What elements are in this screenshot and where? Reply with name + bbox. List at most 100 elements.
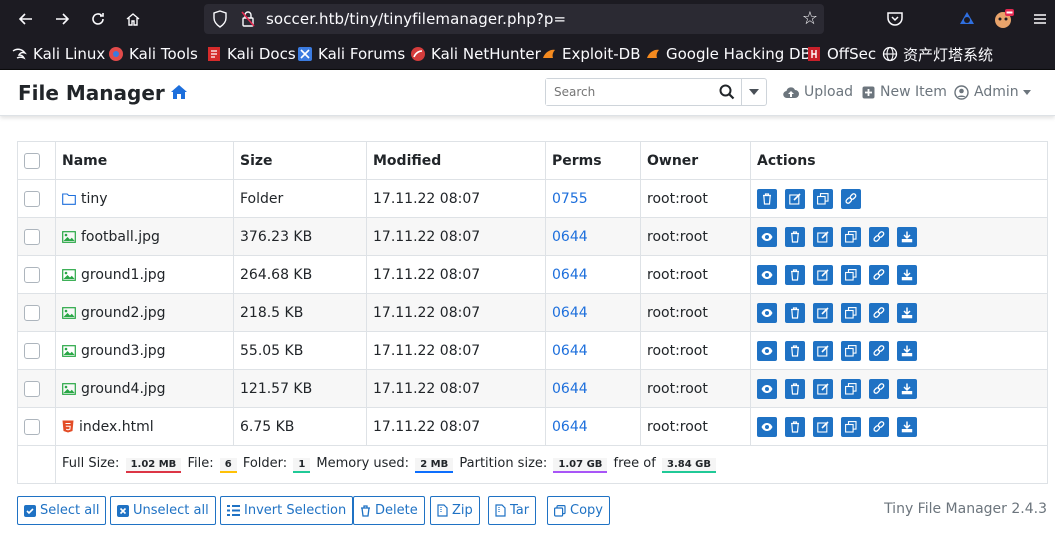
copy-action-button[interactable] <box>813 188 833 209</box>
header-owner[interactable]: Owner <box>640 141 751 180</box>
eye-action-button[interactable] <box>757 302 777 323</box>
copy-action-button[interactable] <box>841 340 861 361</box>
file-perms-link[interactable]: 0644 <box>545 331 641 370</box>
foxyproxy-icon[interactable] <box>992 7 1016 31</box>
pocket-icon[interactable] <box>883 7 907 31</box>
row-checkbox[interactable] <box>24 380 40 397</box>
link-action-button[interactable] <box>869 264 889 285</box>
trash-action-button[interactable] <box>785 264 805 285</box>
file-perms-link[interactable]: 0644 <box>545 217 641 256</box>
file-name-link[interactable]: index.html <box>79 419 154 435</box>
copy-action-button[interactable] <box>841 264 861 285</box>
link-action-button[interactable] <box>869 226 889 247</box>
row-checkbox[interactable] <box>24 266 40 283</box>
trash-action-button[interactable] <box>785 378 805 399</box>
upload-link[interactable]: Upload <box>783 84 853 100</box>
admin-menu[interactable]: Admin <box>954 84 1036 100</box>
select-all-button[interactable]: Select all <box>17 496 107 525</box>
bookmark-kali-docs[interactable]: Kali Docs <box>206 44 296 64</box>
tar-button[interactable]: Tar <box>488 496 537 525</box>
link-action-button[interactable] <box>869 378 889 399</box>
trash-action-button[interactable] <box>757 188 777 209</box>
edit-action-button[interactable] <box>813 226 833 247</box>
bookmark-kali-tools[interactable]: Kali Tools <box>108 44 198 64</box>
bookmark-kali-forums[interactable]: Kali Forums <box>297 44 405 64</box>
link-action-button[interactable] <box>869 416 889 437</box>
file-name-link[interactable]: ground3.jpg <box>81 343 166 359</box>
invert-selection-button[interactable]: Invert Selection <box>220 496 354 525</box>
file-perms-link[interactable]: 0755 <box>545 179 641 218</box>
file-name-link[interactable]: ground4.jpg <box>81 381 166 397</box>
search-options-dropdown[interactable] <box>741 78 767 106</box>
edit-action-button[interactable] <box>785 188 805 209</box>
home-icon[interactable] <box>121 7 145 31</box>
edit-action-button[interactable] <box>813 264 833 285</box>
download-action-button[interactable] <box>897 264 917 285</box>
bookmark-kali-linux[interactable]: Kali Linux <box>12 44 105 64</box>
header-size[interactable]: Size <box>233 141 367 180</box>
eye-action-button[interactable] <box>757 226 777 247</box>
edit-action-button[interactable] <box>813 340 833 361</box>
extension-icon[interactable] <box>955 7 979 31</box>
search-input[interactable] <box>546 79 706 105</box>
file-perms-link[interactable]: 0644 <box>545 407 641 446</box>
row-checkbox[interactable] <box>24 304 40 321</box>
file-perms-link[interactable]: 0644 <box>545 369 641 408</box>
download-action-button[interactable] <box>897 226 917 247</box>
menu-icon[interactable] <box>1028 7 1052 31</box>
row-checkbox[interactable] <box>24 228 40 245</box>
select-all-checkbox[interactable] <box>24 152 40 169</box>
header-name[interactable]: Name <box>55 141 234 180</box>
delete-button[interactable]: Delete <box>353 496 425 525</box>
link-action-button[interactable] <box>869 340 889 361</box>
header-perms[interactable]: Perms <box>545 141 641 180</box>
copy-action-button[interactable] <box>841 378 861 399</box>
url-text[interactable]: soccer.htb/tiny/tinyfilemanager.php?p= <box>266 10 566 28</box>
header-modified[interactable]: Modified <box>366 141 546 180</box>
file-name-link[interactable]: tiny <box>81 191 108 207</box>
copy-button[interactable]: Copy <box>547 496 610 525</box>
download-action-button[interactable] <box>897 340 917 361</box>
trash-action-button[interactable] <box>785 416 805 437</box>
trash-action-button[interactable] <box>785 340 805 361</box>
copy-action-button[interactable] <box>841 416 861 437</box>
bookmark-star-icon[interactable]: ☆ <box>802 8 818 29</box>
back-arrow-icon[interactable] <box>14 7 38 31</box>
download-action-button[interactable] <box>897 302 917 323</box>
eye-action-button[interactable] <box>757 416 777 437</box>
edit-action-button[interactable] <box>813 302 833 323</box>
app-title[interactable]: File Manager <box>18 81 165 105</box>
link-action-button[interactable] <box>841 188 861 209</box>
bookmark-offsec[interactable]: OffSec <box>806 44 876 64</box>
home-icon[interactable] <box>170 84 188 104</box>
file-name-link[interactable]: ground1.jpg <box>81 267 166 283</box>
row-checkbox[interactable] <box>24 190 40 207</box>
unselect-all-button[interactable]: Unselect all <box>110 496 216 525</box>
row-checkbox[interactable] <box>24 418 40 435</box>
lock-icon[interactable] <box>240 10 256 32</box>
eye-action-button[interactable] <box>757 340 777 361</box>
bookmark-google-hacking-db[interactable]: Google Hacking DB <box>645 44 811 64</box>
eye-action-button[interactable] <box>757 378 777 399</box>
search-icon[interactable] <box>719 84 735 104</box>
file-perms-link[interactable]: 0644 <box>545 293 641 332</box>
eye-action-button[interactable] <box>757 264 777 285</box>
forward-arrow-icon[interactable] <box>50 7 74 31</box>
link-action-button[interactable] <box>869 302 889 323</box>
reload-icon[interactable] <box>86 7 110 31</box>
new-item-link[interactable]: New Item <box>862 84 947 100</box>
trash-action-button[interactable] <box>785 226 805 247</box>
download-action-button[interactable] <box>897 416 917 437</box>
file-name-link[interactable]: football.jpg <box>81 229 160 245</box>
bookmark-kali-nethunter[interactable]: Kali NetHunter <box>410 44 541 64</box>
download-action-button[interactable] <box>897 378 917 399</box>
row-checkbox[interactable] <box>24 342 40 359</box>
file-perms-link[interactable]: 0644 <box>545 255 641 294</box>
trash-action-button[interactable] <box>785 302 805 323</box>
zip-button[interactable]: Zip <box>430 496 480 525</box>
edit-action-button[interactable] <box>813 378 833 399</box>
shield-icon[interactable] <box>212 10 228 32</box>
bookmark-asset-lighthouse[interactable]: 资产灯塔系统 <box>882 44 993 64</box>
copy-action-button[interactable] <box>841 302 861 323</box>
edit-action-button[interactable] <box>813 416 833 437</box>
